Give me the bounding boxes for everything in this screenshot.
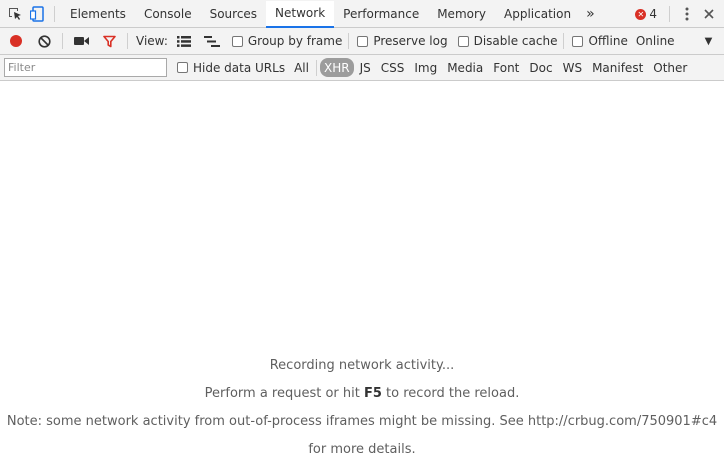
checkbox-box[interactable] bbox=[357, 35, 369, 47]
toolbar-divider bbox=[127, 33, 128, 49]
error-counter[interactable]: ✕ 4 bbox=[629, 7, 663, 21]
type-filter-all[interactable]: All bbox=[290, 58, 313, 77]
customize-menu-icon[interactable] bbox=[676, 0, 698, 28]
type-filter-doc[interactable]: Doc bbox=[525, 58, 556, 77]
preserve-log-checkbox[interactable]: Preserve log bbox=[357, 34, 448, 48]
inspect-element-icon[interactable] bbox=[4, 0, 26, 28]
group-by-frame-label: Group by frame bbox=[247, 34, 343, 48]
disable-cache-checkbox[interactable]: Disable cache bbox=[457, 34, 558, 48]
empty-state-message: Recording network activity... Perform a … bbox=[0, 352, 724, 464]
tab-elements[interactable]: Elements bbox=[61, 0, 135, 28]
tab-network[interactable]: Network bbox=[266, 0, 335, 28]
type-filter-manifest[interactable]: Manifest bbox=[588, 58, 647, 77]
type-filter-js[interactable]: JS bbox=[356, 58, 375, 77]
tab-bar-right-group: ✕ 4 bbox=[629, 0, 724, 28]
hide-data-urls-checkbox[interactable]: Hide data URLs bbox=[177, 61, 285, 75]
tab-console[interactable]: Console bbox=[135, 0, 201, 28]
reload-shortcut-key: F5 bbox=[363, 386, 382, 401]
close-icon[interactable] bbox=[698, 0, 720, 28]
more-tabs-button[interactable]: » bbox=[580, 6, 601, 22]
chevron-down-icon: ▼ bbox=[704, 35, 713, 47]
type-filter-css[interactable]: CSS bbox=[377, 58, 409, 77]
error-icon: ✕ bbox=[635, 8, 647, 20]
filter-input[interactable] bbox=[4, 58, 167, 77]
disable-cache-label: Disable cache bbox=[473, 34, 558, 48]
large-rows-icon[interactable] bbox=[172, 29, 196, 53]
offline-label: Offline bbox=[588, 34, 628, 48]
resource-type-filters: All XHR JS CSS Img Media Font Doc WS Man… bbox=[289, 58, 692, 77]
capture-screenshots-icon[interactable] bbox=[69, 29, 93, 53]
toolbar-divider bbox=[54, 5, 55, 22]
toolbar-divider bbox=[315, 59, 317, 76]
record-button[interactable] bbox=[4, 29, 28, 53]
network-toolbar: View: Group by frame Preserve log Disabl… bbox=[0, 28, 724, 55]
oopif-note-text: Note: some network activity from out-of-… bbox=[6, 414, 718, 429]
checkbox-box[interactable] bbox=[177, 62, 188, 73]
type-filter-img[interactable]: Img bbox=[410, 58, 441, 77]
device-toolbar-icon[interactable] bbox=[26, 0, 48, 28]
waterfall-overview-icon[interactable] bbox=[200, 29, 224, 53]
toolbar-divider bbox=[348, 33, 350, 49]
tab-application[interactable]: Application bbox=[495, 0, 580, 28]
type-filter-font[interactable]: Font bbox=[489, 58, 523, 77]
clear-icon[interactable] bbox=[32, 29, 56, 53]
type-filter-other[interactable]: Other bbox=[649, 58, 691, 77]
group-by-frame-checkbox[interactable]: Group by frame bbox=[231, 34, 343, 48]
type-filter-media[interactable]: Media bbox=[443, 58, 487, 77]
type-filter-ws[interactable]: WS bbox=[559, 58, 586, 77]
toolbar-divider bbox=[669, 6, 670, 22]
offline-checkbox[interactable]: Offline bbox=[572, 34, 628, 48]
toolbar-divider bbox=[563, 33, 565, 49]
toolbar-divider bbox=[62, 33, 63, 49]
throttling-value: Online bbox=[635, 34, 675, 48]
throttling-select[interactable]: Online ▼ bbox=[636, 34, 712, 48]
hide-data-urls-label: Hide data URLs bbox=[193, 60, 286, 75]
filter-icon[interactable] bbox=[97, 29, 121, 53]
devtools-tab-bar: Elements Console Sources Network Perform… bbox=[0, 0, 724, 28]
tab-sources[interactable]: Sources bbox=[201, 0, 266, 28]
reload-hint-text: Perform a request or hit F5 to record th… bbox=[204, 386, 520, 401]
error-count: 4 bbox=[649, 7, 657, 21]
checkbox-box[interactable] bbox=[572, 35, 584, 47]
tab-memory[interactable]: Memory bbox=[428, 0, 495, 28]
oopif-note-continuation: for more details. bbox=[308, 442, 416, 457]
checkbox-box[interactable] bbox=[231, 35, 243, 47]
recording-status-text: Recording network activity... bbox=[269, 358, 455, 373]
checkbox-box[interactable] bbox=[457, 35, 469, 47]
view-label: View: bbox=[136, 34, 168, 48]
filter-bar: Hide data URLs All XHR JS CSS Img Media … bbox=[0, 55, 724, 81]
preserve-log-label: Preserve log bbox=[373, 34, 448, 48]
tab-performance[interactable]: Performance bbox=[334, 0, 428, 28]
type-filter-xhr[interactable]: XHR bbox=[319, 58, 354, 77]
